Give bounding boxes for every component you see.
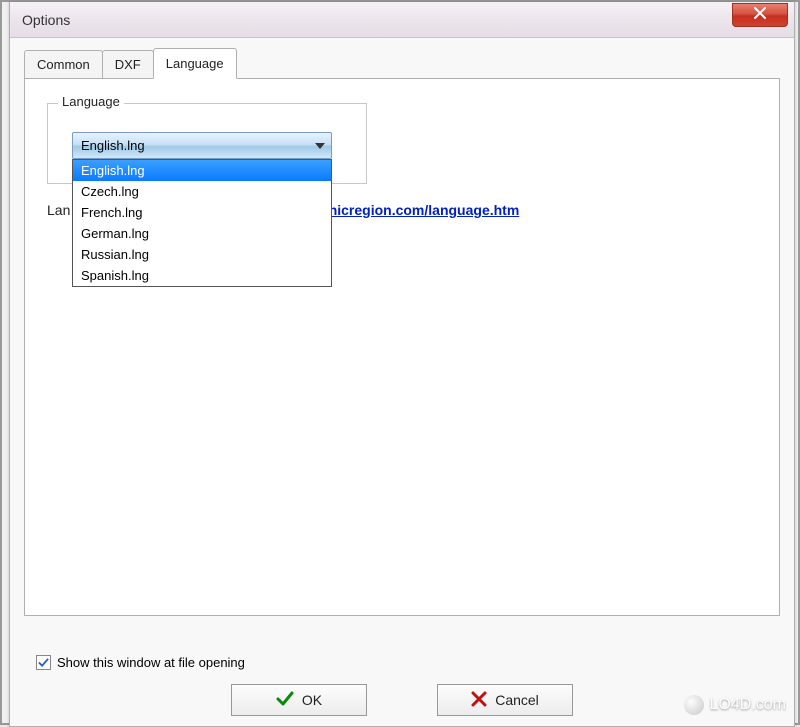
check-icon <box>38 657 49 668</box>
content-area: Common DXF Language Language English.lng… <box>10 38 794 626</box>
combo-option[interactable]: German.lng <box>73 223 331 244</box>
tab-language[interactable]: Language <box>153 48 237 79</box>
groupbox-legend: Language <box>58 94 124 109</box>
ok-button[interactable]: OK <box>231 684 367 716</box>
show-window-checkbox-label: Show this window at file opening <box>57 655 245 670</box>
cancel-button[interactable]: Cancel <box>437 684 573 716</box>
combo-option[interactable]: English.lng <box>73 160 331 181</box>
link-prefix: Lan <box>47 202 70 218</box>
combo-option[interactable]: Spanish.lng <box>73 265 331 286</box>
combo-option[interactable]: Russian.lng <box>73 244 331 265</box>
language-combo-value: English.lng <box>81 138 145 153</box>
chevron-down-icon <box>315 143 325 149</box>
tabstrip: Common DXF Language <box>24 48 780 78</box>
dialog-button-row: OK Cancel <box>10 684 794 716</box>
language-url-link[interactable]: aphicregion.com/language.htm <box>312 202 519 218</box>
language-combo: English.lng English.lng Czech.lng French… <box>72 132 332 159</box>
window-title: Options <box>22 12 70 28</box>
ok-button-label: OK <box>302 692 322 708</box>
cancel-x-icon <box>471 691 487 710</box>
tab-panel-language: Language English.lng English.lng Czech.l… <box>24 78 780 616</box>
show-window-checkbox[interactable] <box>36 655 51 670</box>
show-window-checkbox-row: Show this window at file opening <box>36 655 245 670</box>
language-combo-dropdown: English.lng Czech.lng French.lng German.… <box>72 159 332 287</box>
combo-option[interactable]: Czech.lng <box>73 181 331 202</box>
options-dialog: Options Common DXF Language Language <box>9 2 795 727</box>
titlebar: Options <box>10 2 794 38</box>
tab-dxf[interactable]: DXF <box>102 50 154 78</box>
language-groupbox: Language English.lng English.lng Czech.l… <box>47 103 367 184</box>
ok-check-icon <box>276 690 294 711</box>
outer-frame: Options Common DXF Language Language <box>0 0 800 725</box>
close-icon <box>754 7 766 22</box>
cancel-button-label: Cancel <box>495 692 539 708</box>
tab-common[interactable]: Common <box>24 50 103 78</box>
combo-option[interactable]: French.lng <box>73 202 331 223</box>
close-button[interactable] <box>732 3 788 27</box>
language-combo-field[interactable]: English.lng <box>72 132 332 159</box>
